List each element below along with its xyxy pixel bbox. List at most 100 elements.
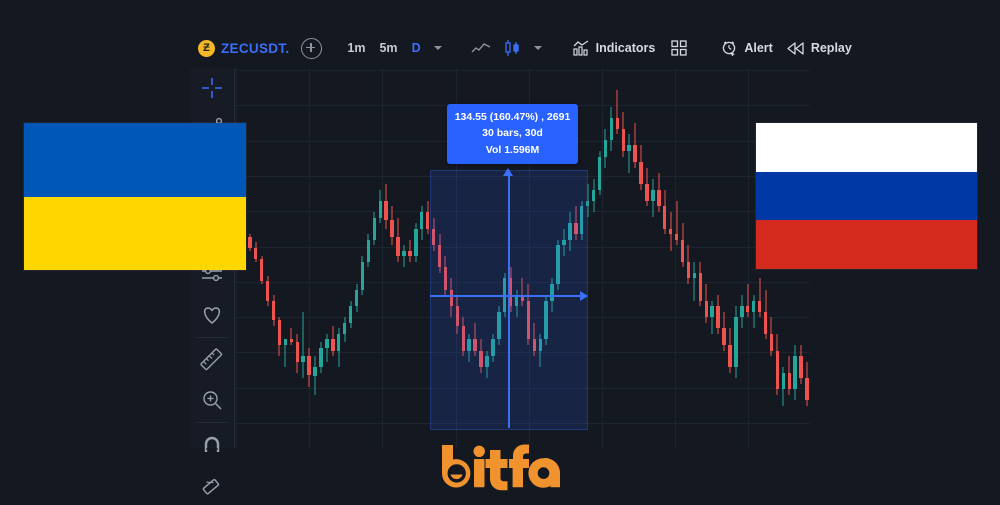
candle — [645, 68, 649, 448]
candle — [254, 68, 258, 448]
measure-tool[interactable] — [190, 340, 234, 380]
candle-body — [603, 139, 608, 157]
candle — [283, 68, 288, 448]
candle-body — [686, 261, 691, 279]
candle-body — [728, 345, 732, 368]
candle-body — [414, 228, 418, 257]
candle-body — [354, 289, 359, 307]
candle — [360, 68, 365, 448]
timeframe-group: 1m 5m D — [340, 41, 447, 55]
flag-band — [756, 123, 977, 172]
candle — [265, 68, 270, 448]
candle — [698, 68, 703, 448]
candle — [307, 68, 311, 448]
candle — [668, 68, 673, 448]
candle-body — [787, 372, 791, 390]
candle-body — [609, 117, 614, 140]
chart-toolbar: Ƶ ZECUSDT. 1m 5m D Indicators Alert Repl… — [190, 26, 852, 70]
candle — [354, 68, 359, 448]
candle — [704, 68, 708, 448]
candle — [342, 68, 347, 448]
measurement-volume: Vol 1.596M — [485, 143, 540, 156]
candle-body — [337, 333, 341, 351]
replay-button[interactable]: Replay — [787, 41, 852, 55]
candle-body — [781, 372, 786, 390]
candle-body — [348, 306, 353, 323]
alert-button[interactable]: Alert — [721, 40, 773, 57]
candle-body — [277, 320, 282, 345]
zoom-tool[interactable] — [190, 380, 234, 420]
candle — [722, 68, 726, 448]
candle-body — [799, 356, 803, 379]
indicators-button[interactable]: Indicators — [572, 40, 656, 56]
candle — [337, 68, 341, 448]
candle-body — [615, 117, 620, 129]
candle-body — [645, 184, 649, 201]
candle — [390, 68, 394, 448]
candle-body — [651, 189, 655, 201]
timeframe-1m[interactable]: 1m — [347, 41, 365, 55]
rewind-icon — [787, 41, 805, 55]
favorites-tool[interactable] — [190, 295, 234, 335]
candle-body — [710, 306, 714, 318]
candle-body — [372, 217, 377, 240]
candle-body — [621, 128, 625, 151]
candlestick-icon[interactable] — [503, 39, 521, 57]
candle-body — [751, 300, 756, 312]
candle — [680, 68, 685, 448]
chevron-down-icon[interactable] — [533, 46, 542, 50]
candle — [259, 68, 264, 448]
candle-body — [591, 189, 596, 201]
candle — [408, 68, 412, 448]
candle-body — [331, 339, 335, 351]
candle-wick — [326, 333, 328, 362]
candle-wick — [747, 284, 749, 318]
candle-wick — [302, 311, 304, 379]
candle-body — [360, 261, 365, 290]
candle — [414, 68, 418, 448]
candle — [402, 68, 406, 448]
flag-band — [756, 220, 977, 269]
candle — [384, 68, 388, 448]
candle-body — [657, 189, 661, 207]
candle — [597, 68, 602, 448]
timeframe-d[interactable]: D — [412, 41, 421, 55]
candle — [663, 68, 667, 448]
symbol-label[interactable]: ZECUSDT. — [221, 41, 289, 56]
candle-body — [325, 339, 329, 348]
grid-layout-icon[interactable] — [671, 40, 687, 56]
candle-wick — [628, 134, 630, 174]
magnet-tool[interactable] — [190, 425, 234, 465]
candle — [289, 68, 294, 448]
candle — [372, 68, 377, 448]
add-symbol-button[interactable] — [301, 37, 323, 59]
line-chart-icon[interactable] — [471, 41, 491, 55]
candle-body — [396, 236, 400, 257]
candle-body — [384, 200, 388, 221]
russia-flag — [756, 123, 977, 269]
candle-wick — [693, 261, 695, 301]
candle-body — [289, 339, 294, 343]
symbol-group[interactable]: Ƶ ZECUSDT. — [190, 37, 323, 59]
measurement-up-arrow-icon — [503, 168, 513, 176]
candle — [651, 68, 655, 448]
timeframe-5m[interactable]: 5m — [379, 41, 397, 55]
eraser-tool[interactable] — [190, 465, 234, 505]
indicators-label: Indicators — [595, 41, 656, 55]
candle-body — [425, 211, 430, 229]
crosshair-tool[interactable] — [190, 68, 234, 108]
candle — [396, 68, 400, 448]
candle-body — [265, 281, 270, 301]
candle-body — [313, 367, 317, 376]
candle — [710, 68, 714, 448]
chevron-down-icon[interactable] — [433, 46, 442, 50]
candle — [348, 68, 353, 448]
candle-body — [627, 145, 631, 151]
alarm-clock-plus-icon — [721, 40, 738, 57]
candle-body — [254, 248, 258, 260]
candle — [295, 68, 299, 448]
candle-body — [663, 206, 667, 229]
candle-body — [633, 145, 637, 163]
gridline-vertical — [382, 68, 383, 448]
candle — [277, 68, 282, 448]
